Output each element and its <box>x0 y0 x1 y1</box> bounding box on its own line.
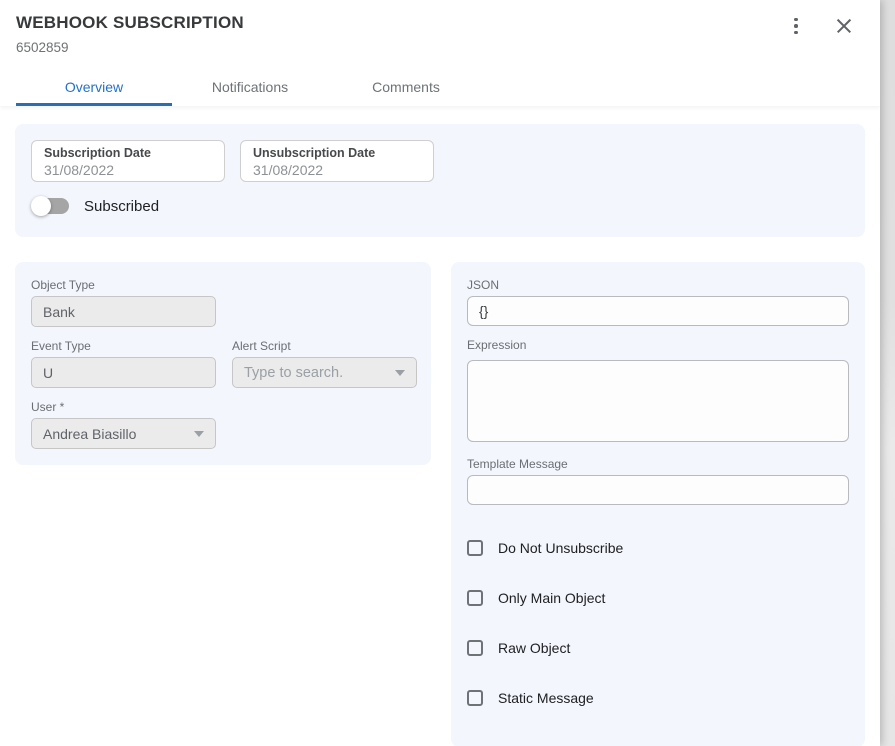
subscribed-toggle-label: Subscribed <box>84 198 159 215</box>
tab-bar: Overview Notifications Comments <box>16 69 864 106</box>
expression-textarea[interactable] <box>467 360 849 442</box>
dialog-header: WEBHOOK SUBSCRIPTION 6502859 Overview No… <box>0 0 880 106</box>
object-type-label: Object Type <box>31 278 415 292</box>
message-panel: JSON Expression Template Message Do Not … <box>451 262 865 746</box>
background-page-strip <box>879 0 895 746</box>
template-message-input[interactable] <box>467 475 849 505</box>
alert-script-placeholder: Type to search. <box>244 365 389 381</box>
checkbox-icon <box>467 690 483 706</box>
unsubscription-date-label: Unsubscription Date <box>253 146 421 160</box>
static-message-checkbox[interactable]: Static Message <box>467 689 849 707</box>
user-label: User * <box>31 400 415 414</box>
checkbox-icon <box>467 640 483 656</box>
kebab-menu-icon[interactable] <box>784 14 808 38</box>
details-panel: Object Type Bank Event Type U Alert Scri… <box>15 262 431 465</box>
overview-tab-content: Subscription Date 31/08/2022 Unsubscript… <box>0 106 880 746</box>
user-select[interactable]: Andrea Biasillo <box>31 418 216 449</box>
tab-comments[interactable]: Comments <box>328 69 484 106</box>
tab-overview[interactable]: Overview <box>16 69 172 106</box>
chevron-down-icon <box>395 370 405 376</box>
do-not-unsubscribe-checkbox[interactable]: Do Not Unsubscribe <box>467 539 849 557</box>
close-icon[interactable] <box>832 14 856 38</box>
object-type-field: Bank <box>31 296 216 327</box>
unsubscription-date-field[interactable]: Unsubscription Date 31/08/2022 <box>240 140 434 182</box>
checkbox-icon <box>467 540 483 556</box>
alert-script-select[interactable]: Type to search. <box>232 357 417 388</box>
event-type-field: U <box>31 357 216 388</box>
subscription-panel: Subscription Date 31/08/2022 Unsubscript… <box>15 124 865 237</box>
do-not-unsubscribe-label: Do Not Unsubscribe <box>498 540 623 556</box>
raw-object-label: Raw Object <box>498 640 570 656</box>
only-main-object-checkbox[interactable]: Only Main Object <box>467 589 849 607</box>
tab-notifications[interactable]: Notifications <box>172 69 328 106</box>
subscription-date-field[interactable]: Subscription Date 31/08/2022 <box>31 140 225 182</box>
options-checkbox-group: Do Not Unsubscribe Only Main Object Raw … <box>467 539 849 731</box>
subscribed-toggle[interactable] <box>31 196 71 216</box>
raw-object-checkbox[interactable]: Raw Object <box>467 639 849 657</box>
template-message-label: Template Message <box>467 457 849 471</box>
user-value: Andrea Biasillo <box>43 426 188 442</box>
dialog-title: WEBHOOK SUBSCRIPTION <box>16 13 244 33</box>
record-id: 6502859 <box>16 40 244 55</box>
static-message-label: Static Message <box>498 690 594 706</box>
checkbox-icon <box>467 590 483 606</box>
expression-label: Expression <box>467 338 849 352</box>
subscription-date-label: Subscription Date <box>44 146 212 160</box>
only-main-object-label: Only Main Object <box>498 590 605 606</box>
chevron-down-icon <box>194 431 204 437</box>
alert-script-label: Alert Script <box>232 339 417 353</box>
subscription-date-value: 31/08/2022 <box>44 162 212 178</box>
json-label: JSON <box>467 278 849 292</box>
event-type-label: Event Type <box>31 339 216 353</box>
unsubscription-date-value: 31/08/2022 <box>253 162 421 178</box>
webhook-subscription-dialog: WEBHOOK SUBSCRIPTION 6502859 Overview No… <box>0 0 880 746</box>
json-input[interactable] <box>467 296 849 326</box>
